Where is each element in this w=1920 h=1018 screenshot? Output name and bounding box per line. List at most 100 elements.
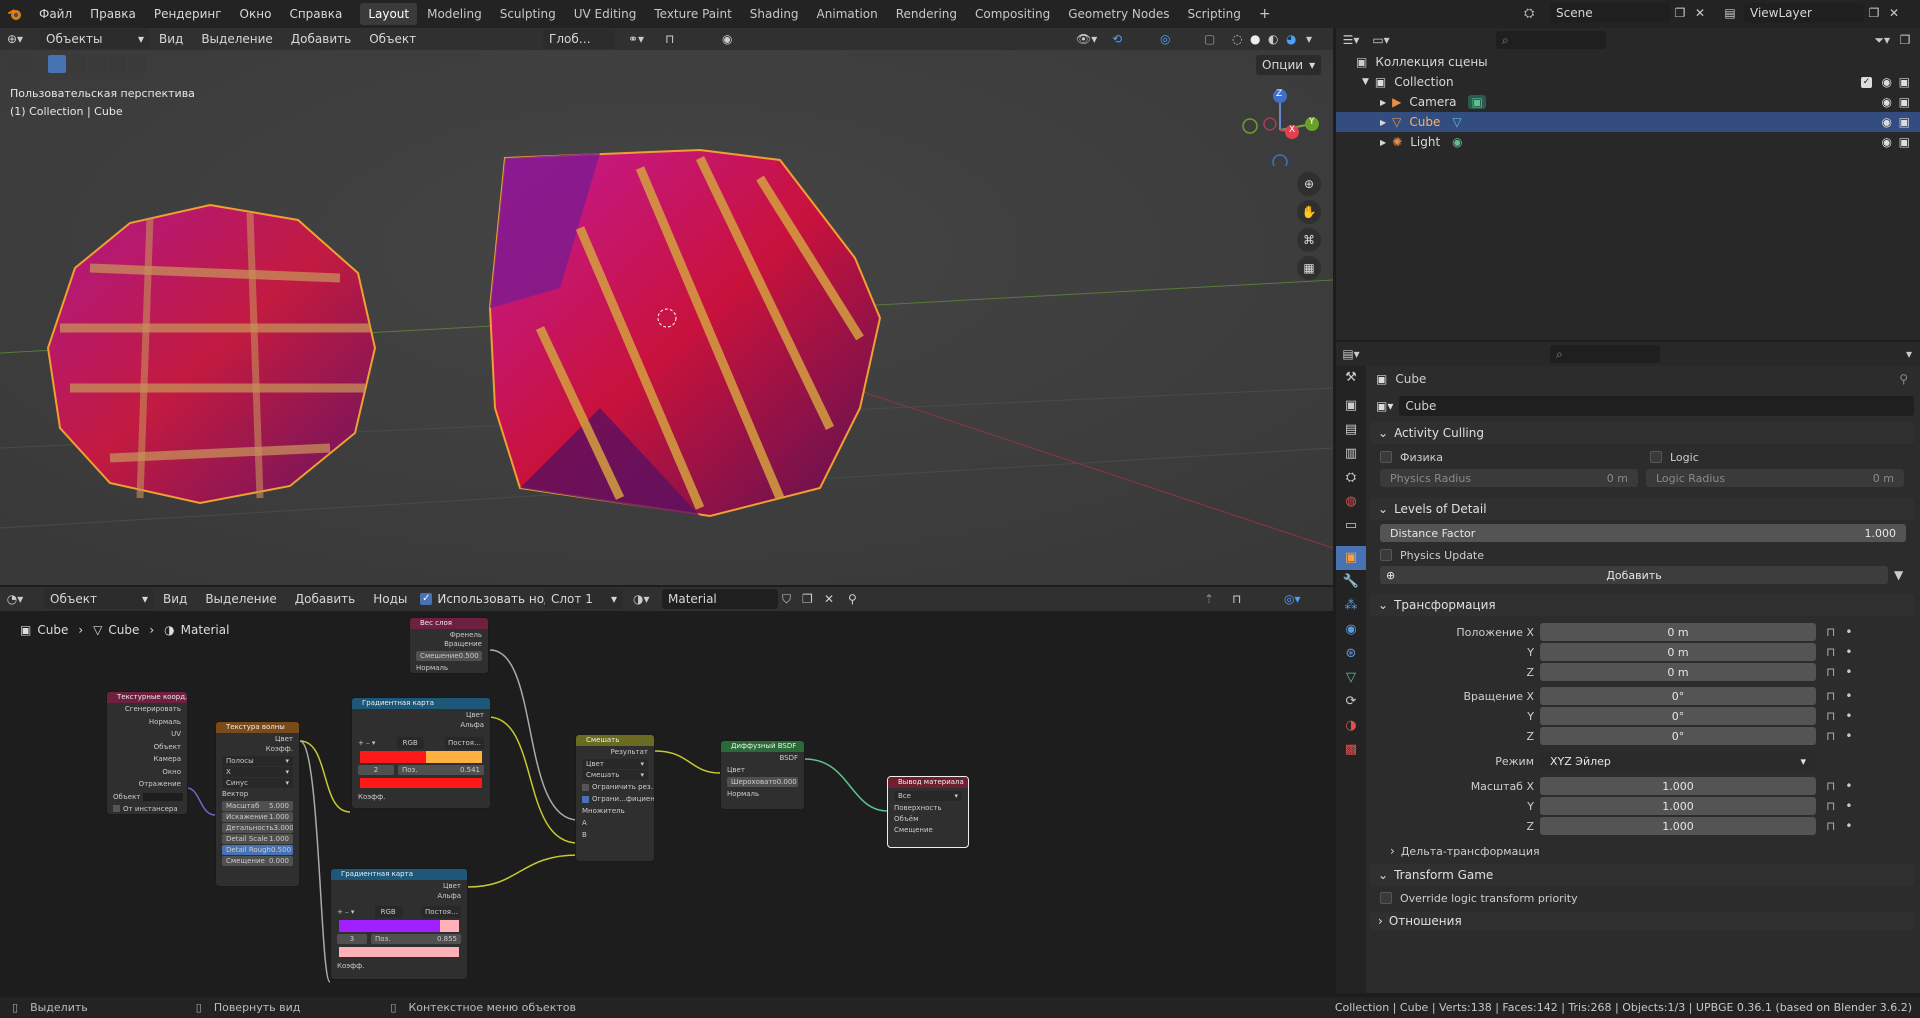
- stop-color-swatch[interactable]: [360, 778, 482, 788]
- viewport-menu-select[interactable]: Выделение: [192, 28, 281, 53]
- data-tab-icon[interactable]: ▽: [1336, 666, 1366, 690]
- lock-icon[interactable]: ⊓: [1826, 779, 1835, 793]
- exclude-checkbox[interactable]: ✓: [1861, 76, 1872, 88]
- logic-checkbox[interactable]: [1650, 451, 1662, 463]
- menu-window[interactable]: Окно: [231, 0, 281, 28]
- wave-profile-dropdown[interactable]: Синус ▾: [222, 778, 293, 788]
- transform-orientation-selector[interactable]: Глоб…: [543, 29, 615, 49]
- chevron-right-icon[interactable]: ▶: [1380, 138, 1386, 147]
- object-tab-icon[interactable]: ▣: [1336, 546, 1366, 570]
- tab-uv-editing[interactable]: UV Editing: [566, 3, 645, 25]
- add-lod-button[interactable]: ⊕ Добавить: [1380, 566, 1888, 584]
- light-data-icon[interactable]: ◉: [1452, 135, 1462, 149]
- panel-activity-culling[interactable]: ⌄ Activity Culling: [1370, 422, 1914, 444]
- select-extend-icon[interactable]: [68, 55, 86, 73]
- overlay-icon[interactable]: ◎: [1160, 32, 1170, 46]
- detail-field[interactable]: Детальность 3.000: [222, 823, 293, 833]
- select-invert-icon[interactable]: [108, 55, 126, 73]
- delete-scene-icon[interactable]: ✕: [1690, 6, 1710, 20]
- socket-vector[interactable]: Вектор: [216, 789, 299, 800]
- outliner-item-camera[interactable]: ▶ ▶ Camera ▣ ◉ ▣: [1336, 92, 1920, 112]
- pan-hand-icon[interactable]: ✋: [1297, 200, 1321, 224]
- texture-tab-icon[interactable]: ▩: [1336, 738, 1366, 762]
- socket-result[interactable]: Результат: [576, 746, 654, 758]
- 3d-viewport[interactable]: ⊕▾ Объекты ▾ Вид Выделение Добавить Объек…: [0, 28, 1333, 585]
- node-layer-weight[interactable]: Вес слоя Френель Вращение Смешение 0.500 …: [409, 617, 489, 674]
- outliner-search-input[interactable]: ⌕: [1496, 31, 1606, 49]
- roughness-field[interactable]: Шероховато 0.000: [727, 777, 798, 787]
- scene-icon[interactable]: ⛭: [1524, 6, 1550, 21]
- object-name-field[interactable]: Cube: [1399, 396, 1914, 416]
- panel-transform[interactable]: ⌄ Трансформация: [1370, 594, 1914, 616]
- camera-render-icon[interactable]: ▣: [1899, 95, 1910, 109]
- eye-icon[interactable]: ◉: [1882, 135, 1892, 149]
- new-collection-icon[interactable]: ❐: [1890, 33, 1920, 47]
- socket-b[interactable]: B: [576, 829, 654, 841]
- select-new-icon[interactable]: [48, 55, 66, 73]
- constraints-tab-icon[interactable]: ⊛: [1336, 642, 1366, 666]
- ramp-interp-dropdown[interactable]: Постоя…: [445, 737, 484, 749]
- distortion-field[interactable]: Искажение 1.000: [222, 812, 293, 822]
- shading-solid-icon[interactable]: ●: [1250, 32, 1260, 46]
- camera-data-icon[interactable]: ▣: [1468, 95, 1486, 109]
- target-dropdown[interactable]: Все ▾: [894, 791, 962, 801]
- node-color-ramp-2[interactable]: Градиентная карта Цвет Альфа + – ▾ RGB П…: [330, 868, 468, 980]
- node-diffuse-bsdf[interactable]: Диффузный BSDF BSDF Цвет Шероховато 0.000…: [720, 740, 805, 810]
- outliner-scene-collection[interactable]: ▣ Коллекция сцены: [1336, 52, 1920, 72]
- tab-compositing[interactable]: Compositing: [967, 3, 1058, 25]
- shading-material-icon[interactable]: ◐: [1268, 32, 1278, 46]
- output-tab-icon[interactable]: ▤: [1336, 418, 1366, 442]
- select-tool-icon[interactable]: [10, 55, 32, 73]
- pin-icon[interactable]: ⚲: [1899, 372, 1908, 386]
- node-mix[interactable]: Смешать Результат Цвет ▾ Смешать ▾ Огранич…: [575, 734, 655, 862]
- scale-y-field[interactable]: 1.000: [1540, 797, 1816, 815]
- blend-field[interactable]: Смешение 0.500: [416, 651, 482, 661]
- camera-view-icon[interactable]: ⌘: [1297, 228, 1321, 252]
- view-layer-tab-icon[interactable]: ▥: [1336, 442, 1366, 466]
- location-x-field[interactable]: 0 m: [1540, 623, 1816, 641]
- modifier-tab-icon[interactable]: 🔧: [1336, 570, 1366, 594]
- lock-icon[interactable]: ⊓: [1826, 709, 1835, 723]
- lock-icon[interactable]: ⊓: [1826, 665, 1835, 679]
- shading-rendered-icon[interactable]: ◕: [1286, 32, 1296, 46]
- detail-scale-field[interactable]: Detail Scale 1.000: [222, 834, 293, 844]
- lock-icon[interactable]: ⊓: [1826, 625, 1835, 639]
- blender-logo-icon[interactable]: [0, 0, 30, 28]
- scale-z-field[interactable]: 1.000: [1540, 817, 1816, 835]
- socket-factor[interactable]: Множитель: [576, 805, 654, 817]
- new-scene-icon[interactable]: ❐: [1670, 6, 1690, 20]
- socket-a[interactable]: A: [576, 817, 654, 829]
- camera-render-icon[interactable]: ▣: [1899, 135, 1910, 149]
- detail-roughness-field[interactable]: Detail Rough 0.500: [222, 845, 293, 855]
- shading-wire-icon[interactable]: ◌: [1232, 32, 1242, 46]
- socket-generated[interactable]: Сгенерировать: [107, 703, 187, 716]
- keyframe-dot-icon[interactable]: •: [1845, 709, 1852, 723]
- mesh-data-icon[interactable]: ▽: [1452, 115, 1461, 129]
- lock-icon[interactable]: ⊓: [1826, 689, 1835, 703]
- chevron-down-icon[interactable]: ▾: [1906, 347, 1912, 361]
- tab-shading[interactable]: Shading: [742, 3, 807, 25]
- ortho-grid-icon[interactable]: ▦: [1297, 256, 1321, 280]
- chevron-down-icon[interactable]: ▼: [1362, 77, 1369, 87]
- wave-direction-dropdown[interactable]: X ▾: [222, 767, 293, 777]
- visibility-icon[interactable]: 👁▾: [1076, 32, 1097, 46]
- options-button[interactable]: Опции ▾: [1256, 55, 1322, 75]
- stop-position-field[interactable]: Поз. 0.855: [371, 934, 461, 944]
- lock-icon[interactable]: ⊓: [1826, 645, 1835, 659]
- socket-alpha[interactable]: Альфа: [331, 890, 467, 902]
- editor-type-icon[interactable]: ☰▾: [1336, 33, 1366, 47]
- location-z-field[interactable]: 0 m: [1540, 663, 1816, 681]
- keyframe-dot-icon[interactable]: •: [1845, 689, 1852, 703]
- tab-texture-paint[interactable]: Texture Paint: [646, 3, 739, 25]
- select-intersect-icon[interactable]: [128, 55, 146, 73]
- node-wave-texture[interactable]: Текстура волны Цвет Коэфф. Полосы ▾ X ▾ Си…: [215, 721, 300, 887]
- wave-type-dropdown[interactable]: Полосы ▾: [222, 756, 293, 766]
- outliner-collection[interactable]: ▼ ▣ Collection ✓ ◉ ▣: [1336, 72, 1920, 92]
- physics-tab-icon[interactable]: ◉: [1336, 618, 1366, 642]
- menu-help[interactable]: Справка: [280, 0, 351, 28]
- stop-index-field[interactable]: 3: [337, 934, 367, 944]
- mix-type-dropdown[interactable]: Цвет ▾: [582, 759, 648, 769]
- world-tab-icon[interactable]: ◍: [1336, 490, 1366, 514]
- ramp-mode-dropdown[interactable]: RGB: [396, 737, 424, 749]
- scene-selector[interactable]: Scene: [1550, 3, 1670, 23]
